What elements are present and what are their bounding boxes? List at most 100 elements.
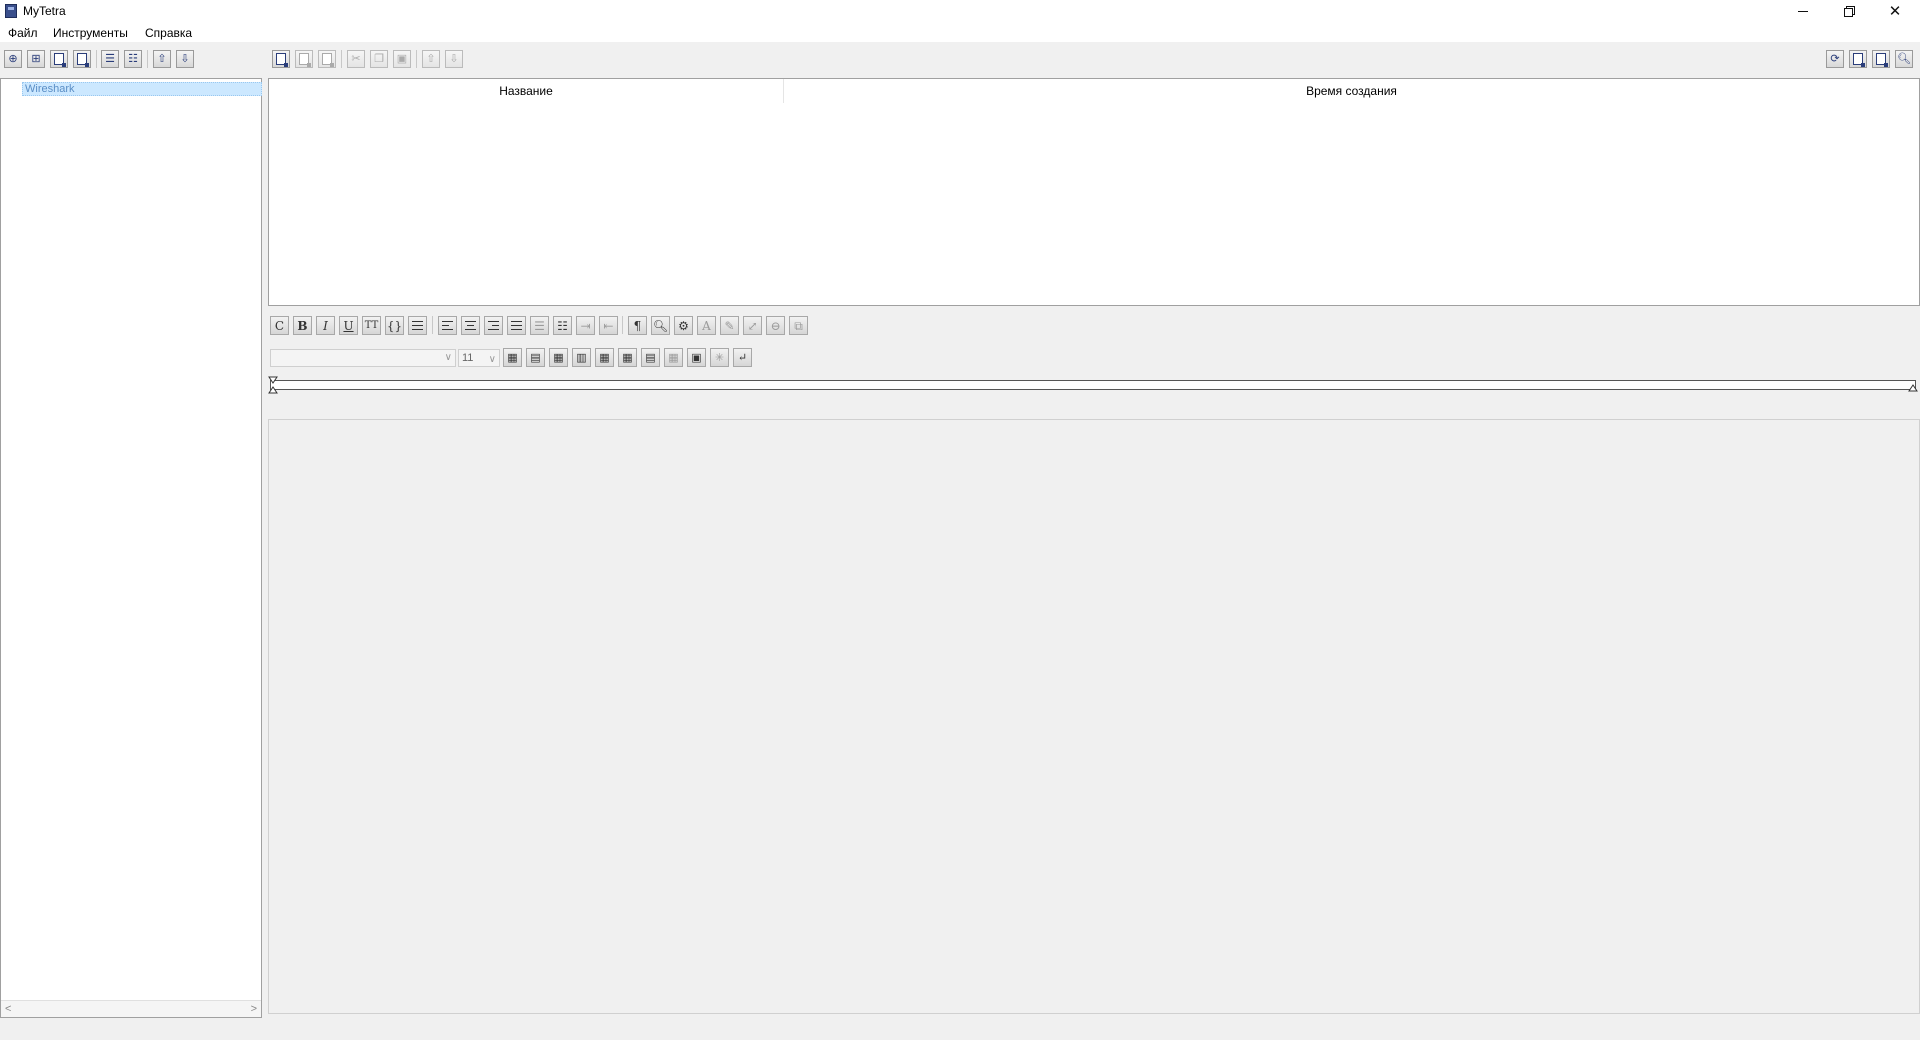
add-branch-button[interactable]: ⊕ <box>4 50 22 68</box>
add-branch-icon: ⊕ <box>8 52 18 65</box>
font-size-select[interactable]: 11 ∨ <box>458 349 500 367</box>
delete-branch-button[interactable] <box>73 50 91 68</box>
right-indent-marker[interactable] <box>1908 380 1918 392</box>
align-left-icon <box>442 321 453 330</box>
insert-table-button[interactable]: ▦ <box>503 348 522 367</box>
scroll-left-icon[interactable]: < <box>5 1003 11 1015</box>
paste-button[interactable]: ▣ <box>393 50 411 68</box>
close-button[interactable]: ✕ <box>1872 0 1918 22</box>
minimize-icon <box>1798 10 1808 12</box>
search-button[interactable]: 🔍︎ <box>1895 50 1913 68</box>
numbered-list-button[interactable]: ☰ <box>530 316 549 335</box>
text-color-button[interactable]: A <box>697 316 716 335</box>
insert-line-break-button[interactable]: ↵ <box>733 348 752 367</box>
find-in-base-button[interactable] <box>1849 50 1867 68</box>
wrench-icon: ✎ <box>724 318 735 333</box>
column-header-created[interactable]: Время создания <box>784 79 1919 103</box>
bullet-list-button[interactable]: ☷ <box>553 316 572 335</box>
indent-minus-icon: ⇤ <box>603 318 614 333</box>
tools-button[interactable]: ✎ <box>720 316 739 335</box>
record-editor[interactable] <box>268 419 1920 1014</box>
record-table[interactable]: Название Время создания <box>268 78 1920 306</box>
collapse-all-icon: ☷ <box>128 52 138 65</box>
find-text-button[interactable]: 🔍︎ <box>651 316 670 335</box>
move-record-up-button[interactable]: ⇧ <box>422 50 440 68</box>
move-record-down-button[interactable]: ⇩ <box>445 50 463 68</box>
underline-icon: U <box>343 318 354 333</box>
indent-plus-button[interactable]: ⇥ <box>576 316 595 335</box>
maximize-button[interactable] <box>1826 0 1872 22</box>
align-left-button[interactable] <box>438 316 457 335</box>
copy-button[interactable]: ❐ <box>370 50 388 68</box>
chevron-down-icon: ∨ <box>444 352 452 363</box>
branch-tree[interactable]: Wireshark < > <box>0 78 262 1018</box>
add-record-context-button[interactable] <box>295 50 313 68</box>
move-down-icon: ⇩ <box>180 52 190 65</box>
scroll-right-icon[interactable]: > <box>251 1003 257 1015</box>
table-add-col-button[interactable]: ▥ <box>572 348 591 367</box>
menu-help[interactable]: Справка <box>145 26 192 40</box>
menu-tools[interactable]: Инструменты <box>53 26 128 40</box>
image-icon: ▣ <box>691 351 702 364</box>
export-button[interactable] <box>1872 50 1890 68</box>
strikeout-button[interactable] <box>408 316 427 335</box>
attach-button[interactable]: ⧉ <box>789 316 808 335</box>
code-button[interactable]: {} <box>385 316 404 335</box>
expand-record-button[interactable]: ⊖ <box>766 316 785 335</box>
italic-button[interactable]: I <box>316 316 335 335</box>
expand-all-button[interactable]: ☰ <box>101 50 119 68</box>
paste-icon: ▣ <box>396 52 408 65</box>
left-indent-marker[interactable] <box>268 376 278 394</box>
move-record-up-icon: ⇧ <box>426 52 436 65</box>
monospace-button[interactable]: TT <box>362 316 381 335</box>
strikeout-icon <box>412 321 423 330</box>
pilcrow-icon: ¶ <box>633 318 642 333</box>
table-properties-button[interactable]: ▦ <box>664 348 683 367</box>
column-header-name[interactable]: Название <box>269 79 784 103</box>
main-toolbar: ⊕ ⊞ ☰ ☷ ⇧ ⇩ ✂ ❐ ▣ ⇧ ⇩ ⟳ 🔍︎ <box>0 42 1920 78</box>
export-icon <box>1876 53 1888 67</box>
underline-button[interactable]: U <box>339 316 358 335</box>
tree-horizontal-scrollbar[interactable]: < > <box>1 1000 261 1017</box>
show-formatting-button[interactable]: ¶ <box>628 316 647 335</box>
cut-icon: ✂ <box>351 52 361 65</box>
add-subbranch-button[interactable]: ⊞ <box>27 50 45 68</box>
table-remove-row-button[interactable]: ▦ <box>549 348 568 367</box>
app-icon <box>5 4 17 18</box>
move-branch-up-button[interactable]: ⇧ <box>153 50 171 68</box>
align-center-button[interactable] <box>461 316 480 335</box>
insert-image-button[interactable]: ▣ <box>687 348 706 367</box>
indent-ruler[interactable] <box>270 380 1916 390</box>
copy-icon: ❐ <box>374 52 384 65</box>
window-title: MyTetra <box>23 4 66 18</box>
edit-record-icon <box>322 53 334 67</box>
minimize-button[interactable] <box>1780 0 1826 22</box>
find-in-base-icon <box>1853 53 1865 67</box>
restore-icon <box>1844 6 1855 17</box>
insert-horizontal-line-button[interactable]: ✳ <box>710 348 729 367</box>
clear-format-button[interactable]: C <box>270 316 289 335</box>
move-branch-down-button[interactable]: ⇩ <box>176 50 194 68</box>
collapse-all-button[interactable]: ☷ <box>124 50 142 68</box>
add-record-button[interactable] <box>272 50 290 68</box>
align-justify-button[interactable] <box>507 316 526 335</box>
bold-icon: B <box>297 318 308 333</box>
table-merge-button[interactable]: ▦ <box>618 348 637 367</box>
table-add-row-button[interactable]: ▤ <box>526 348 545 367</box>
edit-record-button[interactable] <box>318 50 336 68</box>
settings-button[interactable]: ⚙ <box>674 316 693 335</box>
font-family-select[interactable]: ∨ <box>270 349 456 367</box>
attach-icon: ⧉ <box>794 318 803 333</box>
fullscreen-button[interactable]: ⤢ <box>743 316 762 335</box>
align-right-button[interactable] <box>484 316 503 335</box>
tree-item[interactable]: Wireshark <box>22 82 262 96</box>
table-remove-col-button[interactable]: ▦ <box>595 348 614 367</box>
edit-branch-button[interactable] <box>50 50 68 68</box>
table-split-button[interactable]: ▤ <box>641 348 660 367</box>
bold-button[interactable]: B <box>293 316 312 335</box>
indent-minus-button[interactable]: ⇤ <box>599 316 618 335</box>
menu-file[interactable]: Файл <box>8 26 38 40</box>
cut-button[interactable]: ✂ <box>347 50 365 68</box>
table-add-row-icon: ▤ <box>530 351 541 364</box>
sync-button[interactable]: ⟳ <box>1826 50 1844 68</box>
